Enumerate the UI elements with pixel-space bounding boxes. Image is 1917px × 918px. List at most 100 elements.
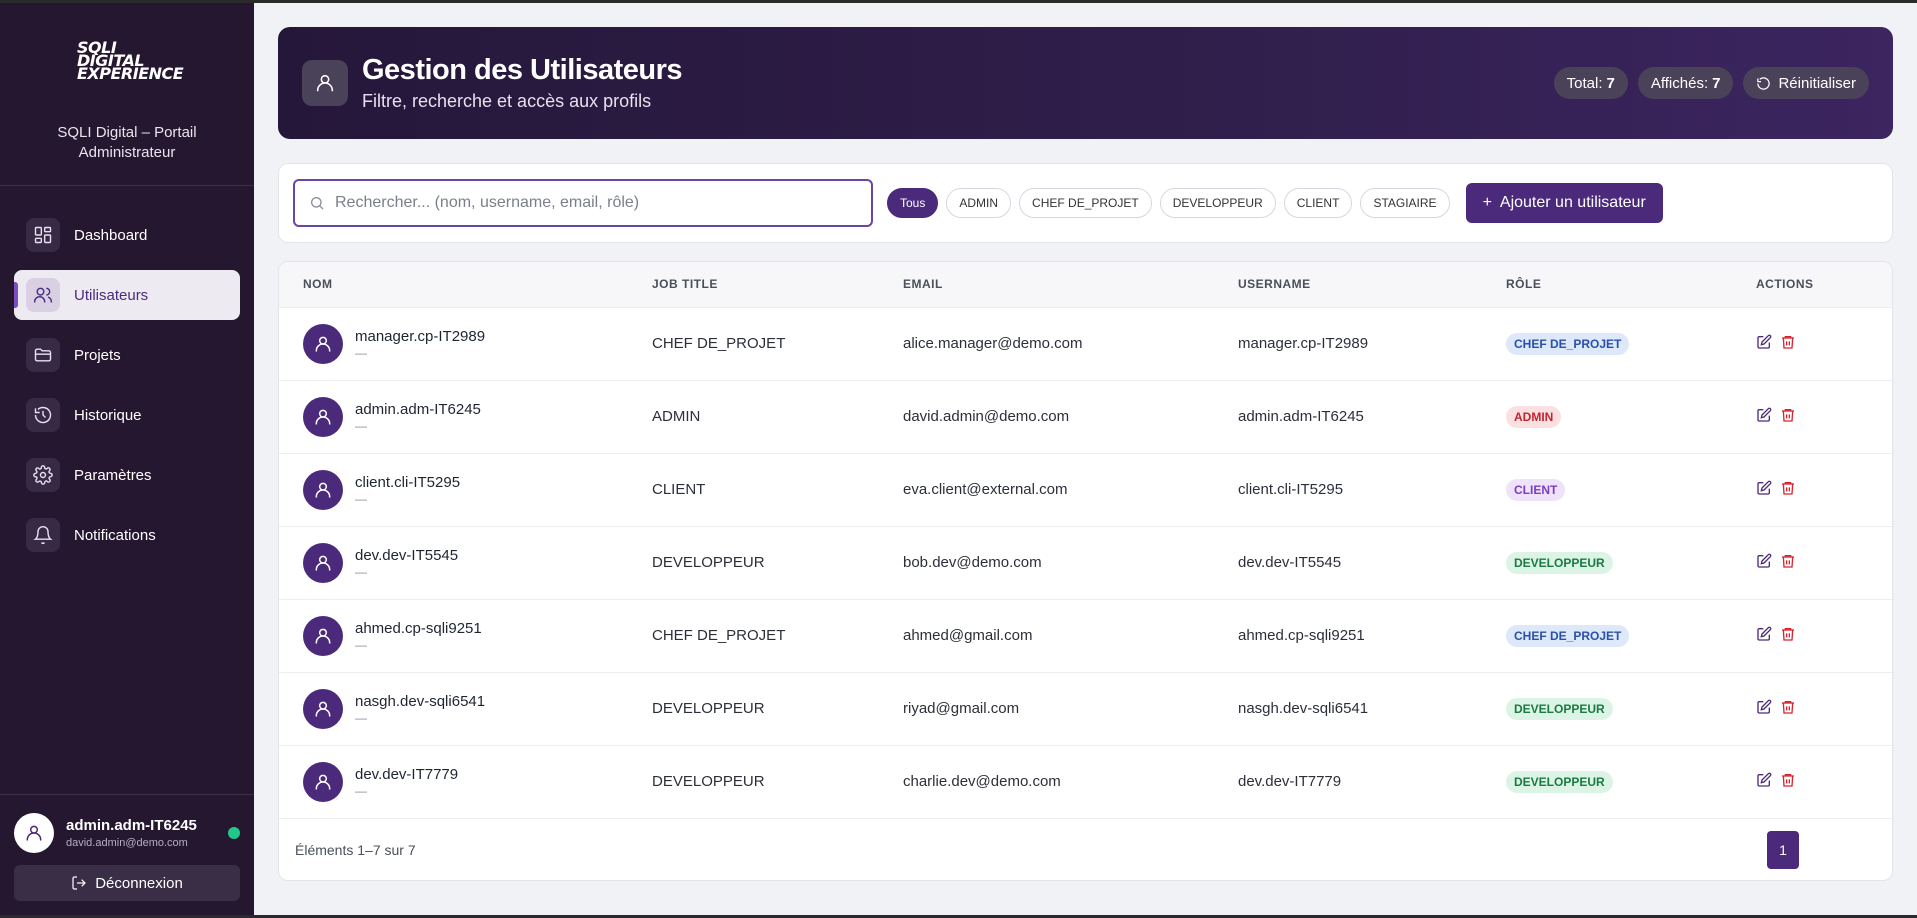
sidebar-item-projets[interactable]: Projets	[14, 330, 240, 380]
delete-icon[interactable]	[1780, 480, 1796, 500]
role-badge: CLIENT	[1506, 478, 1566, 501]
user-name: nasgh.dev-sqli6541	[355, 692, 486, 710]
users-table: NOM JOB TITLE EMAIL USERNAME RÔLE ACTION…	[279, 262, 1892, 818]
email-cell: charlie.dev@demo.com	[879, 744, 1214, 818]
user-subtitle: —	[355, 345, 367, 360]
sidebar-item-parametres[interactable]: Paramètres	[14, 450, 240, 500]
sidebar-item-label: Utilisateurs	[74, 286, 149, 304]
page-header: Gestion des Utilisateurs Filtre, recherc…	[278, 27, 1893, 139]
filter-chip-admin[interactable]: ADMIN	[946, 188, 1012, 218]
page-button-1[interactable]: 1	[1767, 830, 1799, 869]
user-name: ahmed.cp-sqli9251	[355, 619, 482, 637]
user-icon	[315, 555, 331, 570]
edit-icon[interactable]	[1756, 480, 1772, 500]
column-header-username: USERNAME	[1214, 262, 1482, 307]
filter-toolbar: Tous ADMIN CHEF DE_PROJET DEVELOPPEUR CL…	[278, 163, 1893, 243]
column-header-nom: NOM	[279, 262, 628, 307]
user-icon	[315, 409, 331, 424]
user-icon	[302, 60, 348, 106]
sidebar-item-dashboard[interactable]: Dashboard	[14, 210, 240, 260]
add-user-button[interactable]: + Ajouter un utilisateur	[1465, 183, 1663, 223]
avatar	[303, 688, 343, 729]
username-cell: dev.dev-IT7779	[1214, 744, 1482, 818]
user-subtitle: —	[355, 418, 367, 433]
job-title-cell: CLIENT	[628, 452, 879, 526]
avatar	[303, 323, 343, 364]
name-cell: nasgh.dev-sqli6541 —	[279, 671, 628, 745]
edit-icon[interactable]	[1756, 553, 1772, 573]
actions-cell	[1732, 598, 1892, 672]
role-badge: DEVELOPPEUR	[1506, 770, 1613, 793]
sidebar-footer: admin.adm-IT6245 david.admin@demo.com Dé…	[0, 794, 254, 915]
username-cell: ahmed.cp-sqli9251	[1214, 598, 1482, 672]
search-input[interactable]	[335, 194, 857, 212]
portal-name: SQLI Digital – Portail Administrateur	[0, 99, 254, 186]
actions-cell	[1732, 525, 1892, 599]
plus-icon: +	[1482, 194, 1492, 211]
online-status-dot	[228, 827, 240, 839]
reset-label: Réinitialiser	[1778, 74, 1856, 92]
user-subtitle: —	[355, 783, 367, 798]
user-subtitle: —	[355, 710, 367, 725]
edit-icon[interactable]	[1756, 772, 1772, 792]
filter-chip-tous[interactable]: Tous	[887, 188, 939, 218]
table-row[interactable]: nasgh.dev-sqli6541 — DEVELOPPEUR riyad@g…	[279, 671, 1892, 745]
table-row[interactable]: client.cli-IT5295 — CLIENT eva.client@ex…	[279, 452, 1892, 526]
user-icon	[315, 482, 331, 497]
username-cell: manager.cp-IT2989	[1214, 306, 1482, 380]
edit-icon[interactable]	[1756, 699, 1772, 719]
header-stats: Total: 7 Affichés: 7 Réinitialiser	[1553, 67, 1869, 99]
delete-icon[interactable]	[1780, 699, 1796, 719]
job-title-cell: CHEF DE_PROJET	[628, 598, 879, 672]
name-cell-content: admin.adm-IT6245 —	[303, 396, 628, 437]
bell-icon	[26, 518, 60, 552]
sidebar-item-notifications[interactable]: Notifications	[14, 510, 240, 560]
job-title-cell: DEVELOPPEUR	[628, 671, 879, 745]
row-actions	[1756, 407, 1892, 427]
reset-button[interactable]: Réinitialiser	[1743, 67, 1869, 99]
shown-badge: Affichés: 7	[1637, 67, 1734, 99]
avatar	[303, 615, 343, 656]
edit-icon[interactable]	[1756, 334, 1772, 354]
sidebar-item-label: Dashboard	[74, 226, 148, 244]
column-header-job-title: JOB TITLE	[628, 262, 879, 307]
sidebar-item-label: Historique	[74, 406, 142, 424]
filter-chip-stagiaire[interactable]: STAGIAIRE	[1360, 188, 1450, 218]
logout-label: Déconnexion	[95, 874, 183, 892]
table-row[interactable]: dev.dev-IT7779 — DEVELOPPEUR charlie.dev…	[279, 744, 1892, 818]
logout-button[interactable]: Déconnexion	[14, 865, 240, 901]
user-icon	[315, 628, 331, 643]
delete-icon[interactable]	[1780, 626, 1796, 646]
user-name: manager.cp-IT2989	[355, 327, 486, 345]
table-row[interactable]: manager.cp-IT2989 — CHEF DE_PROJET alice…	[279, 306, 1892, 380]
logo: SQLI DIGITAL EXPERIENCE	[0, 3, 254, 99]
filter-chip-developpeur[interactable]: DEVELOPPEUR	[1159, 188, 1276, 218]
delete-icon[interactable]	[1780, 334, 1796, 354]
filter-chip-client[interactable]: CLIENT	[1283, 188, 1353, 218]
current-user: admin.adm-IT6245 david.admin@demo.com	[14, 813, 240, 853]
table-row[interactable]: admin.adm-IT6245 — ADMIN david.admin@dem…	[279, 379, 1892, 453]
logo-line: EXPERIENCE	[77, 63, 184, 83]
role-badge: DEVELOPPEUR	[1506, 551, 1613, 574]
delete-icon[interactable]	[1780, 772, 1796, 792]
role-cell: CHEF DE_PROJET	[1482, 306, 1732, 380]
name-cell: dev.dev-IT7779 —	[279, 744, 628, 818]
sidebar-item-utilisateurs[interactable]: Utilisateurs	[14, 270, 240, 320]
table-row[interactable]: ahmed.cp-sqli9251 — CHEF DE_PROJET ahmed…	[279, 598, 1892, 672]
filter-chip-chef-de-projet[interactable]: CHEF DE_PROJET	[1019, 188, 1152, 218]
total-badge: Total: 7	[1553, 67, 1628, 99]
table-row[interactable]: dev.dev-IT5545 — DEVELOPPEUR bob.dev@dem…	[279, 525, 1892, 599]
delete-icon[interactable]	[1780, 407, 1796, 427]
edit-icon[interactable]	[1756, 626, 1772, 646]
column-header-role: RÔLE	[1482, 262, 1732, 307]
edit-icon[interactable]	[1756, 407, 1772, 427]
sidebar-item-historique[interactable]: Historique	[14, 390, 240, 440]
role-badge: DEVELOPPEUR	[1506, 697, 1613, 720]
sidebar-nav: Dashboard Utilisateurs Projets Historiqu…	[0, 186, 254, 560]
table-header-row: NOM JOB TITLE EMAIL USERNAME RÔLE ACTION…	[279, 262, 1892, 307]
delete-icon[interactable]	[1780, 553, 1796, 573]
role-cell: DEVELOPPEUR	[1482, 525, 1732, 599]
avatar	[303, 761, 343, 802]
email-cell: bob.dev@demo.com	[879, 525, 1214, 599]
search-icon	[311, 197, 324, 210]
